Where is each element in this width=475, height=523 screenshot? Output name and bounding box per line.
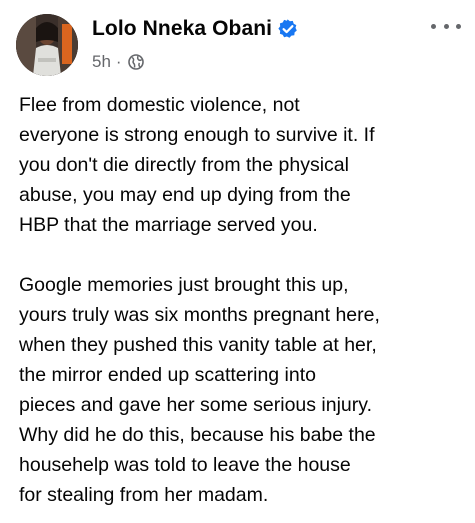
text-line: when they pushed this vanity table at he… [19,334,377,356]
post-header: Lolo Nneka Obani 5h · [0,0,475,90]
post-paragraph: Flee from domestic violence, not everyon… [19,90,465,240]
text-line: HBP that the marriage served you. [19,214,318,236]
avatar[interactable] [16,14,78,76]
meta-separator: · [115,52,122,71]
text-line: Why did he do this, because his babe the [19,424,376,446]
text-line: yours truly was six months pregnant here… [19,304,380,326]
post-body: Flee from domestic violence, not everyon… [19,90,465,510]
post-timestamp[interactable]: 5h [92,52,111,72]
author-row: Lolo Nneka Obani [92,17,298,41]
facebook-post: Lolo Nneka Obani 5h · Flee from domestic… [0,0,475,523]
verified-badge-icon [278,19,298,39]
text-line: everyone is strong enough to survive it.… [19,124,375,146]
text-line: abuse, you may end up dying from the [19,184,351,206]
post-paragraph: Google memories just brought this up, yo… [19,270,465,510]
text-line: for stealing from her madam. [19,484,269,506]
dot-icon [443,23,449,29]
more-options-icon[interactable] [431,16,461,36]
text-line: Flee from domestic violence, not [19,94,300,116]
post-meta: 5h · [92,52,144,72]
text-line: househelp was told to leave the house [19,454,351,476]
dot-icon [431,23,436,29]
author-name[interactable]: Lolo Nneka Obani [92,17,272,41]
text-line: pieces and gave her some serious injury. [19,394,372,416]
dot-icon [456,23,461,29]
text-line: Google memories just brought this up, [19,274,349,296]
text-line: you don't die directly from the physical [19,154,349,176]
globe-icon[interactable] [127,54,144,70]
text-line: the mirror ended up scattering into [19,364,316,386]
avatar-photo [16,14,78,76]
